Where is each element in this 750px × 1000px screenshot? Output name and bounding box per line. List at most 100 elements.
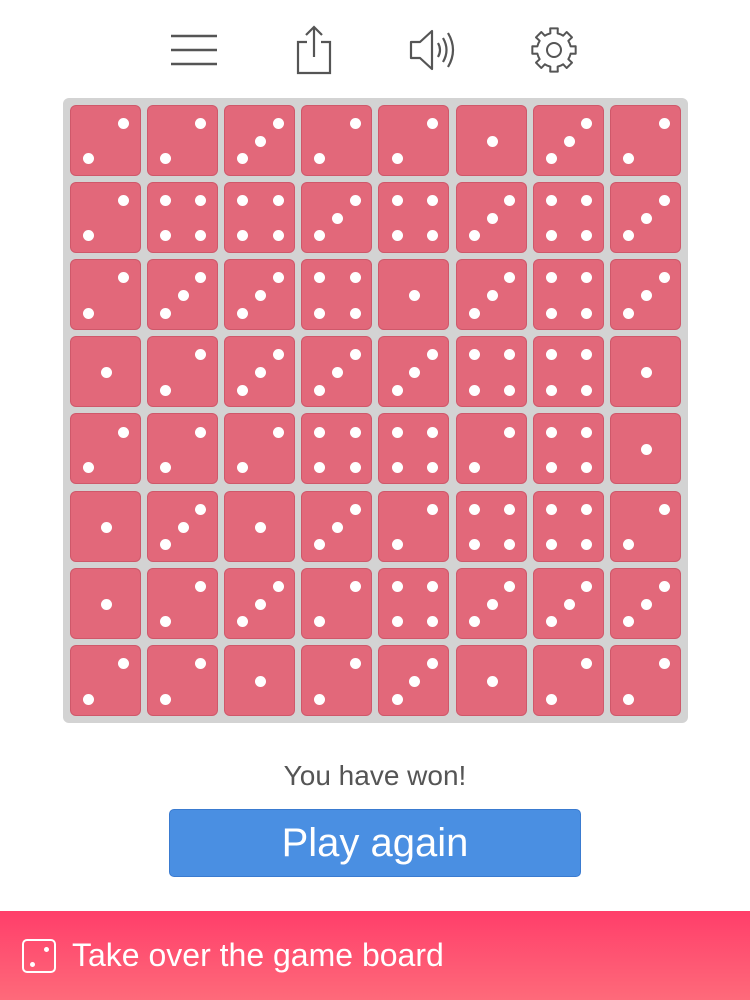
die-pip — [159, 616, 171, 628]
die-r7-c4[interactable] — [301, 567, 373, 639]
die-r3-c6[interactable] — [455, 258, 527, 330]
die-pip — [468, 539, 480, 551]
die-pip — [82, 462, 94, 474]
die-r8-c7[interactable] — [532, 644, 604, 716]
die-r6-c8[interactable] — [609, 490, 681, 562]
die-pip — [349, 503, 361, 515]
die-r4-c7[interactable] — [532, 336, 604, 408]
die-r8-c1[interactable] — [69, 644, 141, 716]
die-pip — [118, 272, 130, 284]
die-r1-c2[interactable] — [146, 104, 218, 176]
die-r2-c4[interactable] — [301, 181, 373, 253]
die-r3-c2[interactable] — [146, 258, 218, 330]
settings-button[interactable] — [524, 20, 584, 80]
die-pip — [427, 117, 439, 129]
die-pip — [100, 521, 112, 533]
die-r1-c4[interactable] — [301, 104, 373, 176]
die-r4-c3[interactable] — [223, 336, 295, 408]
die-pip — [486, 675, 498, 687]
die-r7-c7[interactable] — [532, 567, 604, 639]
die-pip — [332, 212, 344, 224]
die-r4-c1[interactable] — [69, 336, 141, 408]
die-pip — [427, 462, 439, 474]
die-pip — [391, 580, 403, 592]
die-pip — [254, 289, 266, 301]
die-r3-c3[interactable] — [223, 258, 295, 330]
play-again-button[interactable]: Play again — [169, 809, 581, 877]
die-r4-c8[interactable] — [609, 336, 681, 408]
die-r4-c4[interactable] — [301, 336, 373, 408]
die-r6-c7[interactable] — [532, 490, 604, 562]
die-pip — [237, 384, 249, 396]
die-r5-c4[interactable] — [301, 413, 373, 485]
die-pip — [254, 675, 266, 687]
die-pip — [118, 194, 130, 206]
die-r4-c6[interactable] — [455, 336, 527, 408]
die-r4-c2[interactable] — [146, 336, 218, 408]
die-r2-c1[interactable] — [69, 181, 141, 253]
die-r2-c8[interactable] — [609, 181, 681, 253]
die-pip — [254, 521, 266, 533]
die-pip — [195, 426, 207, 438]
die-r1-c6[interactable] — [455, 104, 527, 176]
die-r3-c1[interactable] — [69, 258, 141, 330]
die-r6-c4[interactable] — [301, 490, 373, 562]
die-r1-c3[interactable] — [223, 104, 295, 176]
menu-button[interactable] — [164, 20, 224, 80]
die-r3-c5[interactable] — [378, 258, 450, 330]
die-r7-c3[interactable] — [223, 567, 295, 639]
die-r7-c5[interactable] — [378, 567, 450, 639]
die-r5-c1[interactable] — [69, 413, 141, 485]
die-r2-c2[interactable] — [146, 181, 218, 253]
die-r8-c5[interactable] — [378, 644, 450, 716]
die-r3-c7[interactable] — [532, 258, 604, 330]
die-pip — [640, 367, 652, 379]
die-pip — [314, 272, 326, 284]
die-r2-c7[interactable] — [532, 181, 604, 253]
die-r8-c2[interactable] — [146, 644, 218, 716]
die-pip — [177, 289, 189, 301]
die-r1-c5[interactable] — [378, 104, 450, 176]
die-r1-c1[interactable] — [69, 104, 141, 176]
die-r8-c8[interactable] — [609, 644, 681, 716]
die-r2-c6[interactable] — [455, 181, 527, 253]
die-r7-c6[interactable] — [455, 567, 527, 639]
die-r5-c3[interactable] — [223, 413, 295, 485]
die-r1-c8[interactable] — [609, 104, 681, 176]
die-pip — [468, 384, 480, 396]
die-r2-c3[interactable] — [223, 181, 295, 253]
die-r3-c8[interactable] — [609, 258, 681, 330]
die-pip — [237, 462, 249, 474]
die-pip — [272, 117, 284, 129]
die-r6-c1[interactable] — [69, 490, 141, 562]
win-message: You have won! — [283, 760, 467, 791]
die-r5-c8[interactable] — [609, 413, 681, 485]
die-pip — [349, 117, 361, 129]
die-pip — [545, 194, 557, 206]
die-r7-c2[interactable] — [146, 567, 218, 639]
die-r7-c8[interactable] — [609, 567, 681, 639]
die-pip — [195, 272, 207, 284]
die-r5-c7[interactable] — [532, 413, 604, 485]
die-r8-c4[interactable] — [301, 644, 373, 716]
die-r8-c3[interactable] — [223, 644, 295, 716]
take-over-banner[interactable]: Take over the game board — [0, 911, 750, 1000]
die-r6-c2[interactable] — [146, 490, 218, 562]
die-r6-c5[interactable] — [378, 490, 450, 562]
die-r5-c5[interactable] — [378, 413, 450, 485]
sound-button[interactable] — [404, 20, 464, 80]
die-r6-c6[interactable] — [455, 490, 527, 562]
die-r5-c2[interactable] — [146, 413, 218, 485]
share-button[interactable] — [284, 20, 344, 80]
die-r7-c1[interactable] — [69, 567, 141, 639]
die-r5-c6[interactable] — [455, 413, 527, 485]
die-r6-c3[interactable] — [223, 490, 295, 562]
die-pip — [100, 598, 112, 610]
die-pip — [314, 153, 326, 165]
die-r2-c5[interactable] — [378, 181, 450, 253]
die-r8-c6[interactable] — [455, 644, 527, 716]
die-r4-c5[interactable] — [378, 336, 450, 408]
die-r1-c7[interactable] — [532, 104, 604, 176]
die-pip — [237, 307, 249, 319]
die-r3-c4[interactable] — [301, 258, 373, 330]
